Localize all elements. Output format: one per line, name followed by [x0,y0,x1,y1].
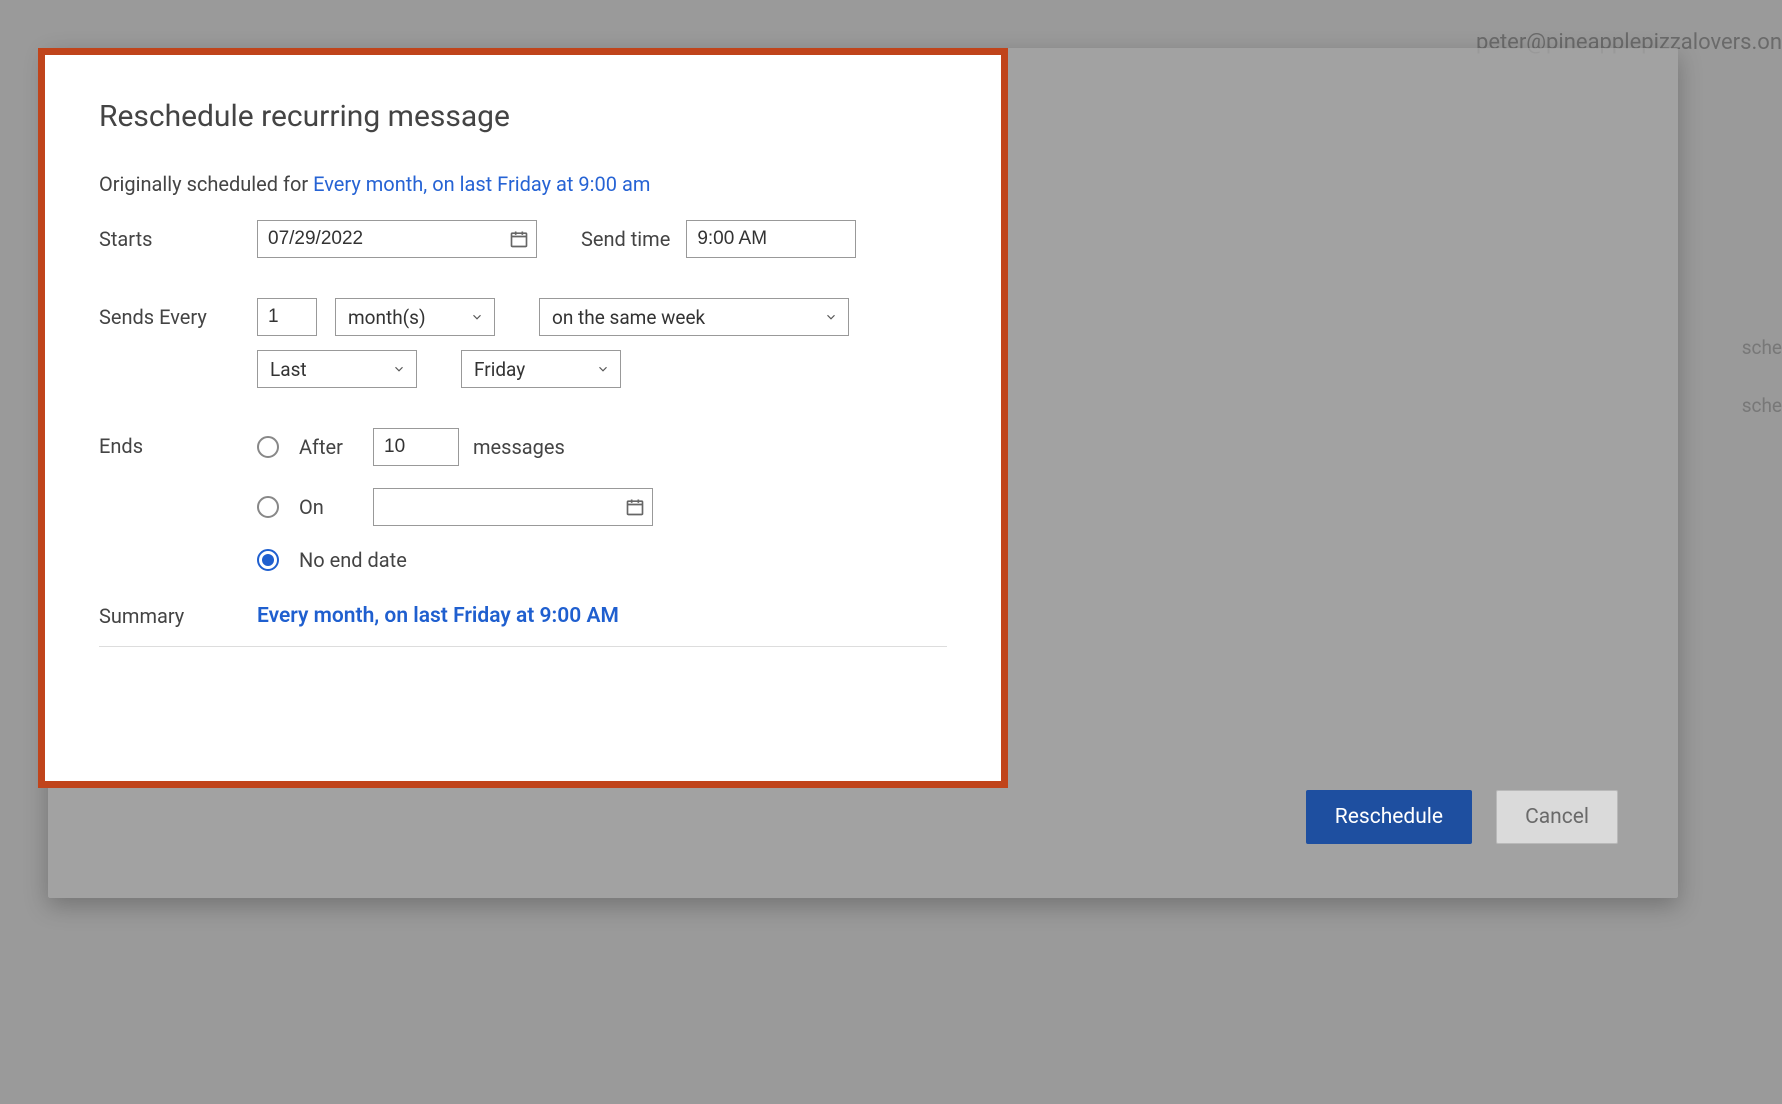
originally-prefix: Originally scheduled for [99,172,313,196]
weekday-select[interactable]: Friday [461,350,621,388]
week-ordinal-row: Last Friday [257,350,947,388]
chevron-down-icon [392,362,406,376]
ends-after-suffix: messages [473,435,565,459]
originally-scheduled-text: Originally scheduled for Every month, on… [99,172,947,196]
summary-label: Summary [99,604,257,628]
sends-every-count-input[interactable] [257,298,317,336]
summary-row: Summary Every month, on last Friday at 9… [99,604,947,647]
ends-label: Ends [99,428,257,458]
ends-on-radio[interactable] [257,496,279,518]
starts-date-field[interactable] [257,220,537,258]
ends-no-end-radio[interactable] [257,549,279,571]
ends-options: After messages On No end date [257,428,947,572]
sends-every-pattern-select[interactable]: on the same week [539,298,849,336]
ends-after-label: After [299,435,359,459]
dialog-title: Reschedule recurring message [99,99,947,134]
footer-button-row: Reschedule Cancel [1306,790,1618,844]
sends-every-unit-select[interactable]: month(s) [335,298,495,336]
week-ordinal-select[interactable]: Last [257,350,417,388]
ends-on-date-field[interactable] [373,488,653,526]
chevron-down-icon [824,310,838,324]
sends-every-label: Sends Every [99,305,257,329]
summary-text: Every month, on last Friday at 9:00 AM [257,604,619,628]
ends-after-count-input[interactable] [373,428,459,466]
ends-no-end-label: No end date [299,548,407,572]
background-cut-text-1: sche [1742,336,1782,359]
starts-date-input[interactable] [257,220,537,258]
sends-every-row: Sends Every month(s) on the same week [99,298,947,336]
cancel-button[interactable]: Cancel [1496,790,1618,844]
chevron-down-icon [596,362,610,376]
sends-every-pattern-value: on the same week [552,306,705,329]
ends-after-radio[interactable] [257,436,279,458]
weekday-value: Friday [474,358,525,381]
chevron-down-icon [470,310,484,324]
sends-every-unit-value: month(s) [348,306,426,329]
send-time-label: Send time [581,227,670,251]
originally-scheduled-link[interactable]: Every month, on last Friday at 9:00 am [313,172,650,196]
week-ordinal-value: Last [270,358,307,381]
ends-on-label: On [299,495,359,519]
starts-row: Starts Send time [99,220,947,258]
ends-on-date-input[interactable] [373,488,653,526]
reschedule-dialog: Reschedule recurring message Originally … [38,48,1008,788]
reschedule-button[interactable]: Reschedule [1306,790,1472,844]
starts-label: Starts [99,227,257,251]
ends-no-end-option[interactable]: No end date [257,548,947,572]
ends-after-option[interactable]: After messages [257,428,947,466]
send-time-input[interactable] [686,220,856,258]
background-cut-text-2: sche [1742,394,1782,417]
ends-on-option[interactable]: On [257,488,947,526]
